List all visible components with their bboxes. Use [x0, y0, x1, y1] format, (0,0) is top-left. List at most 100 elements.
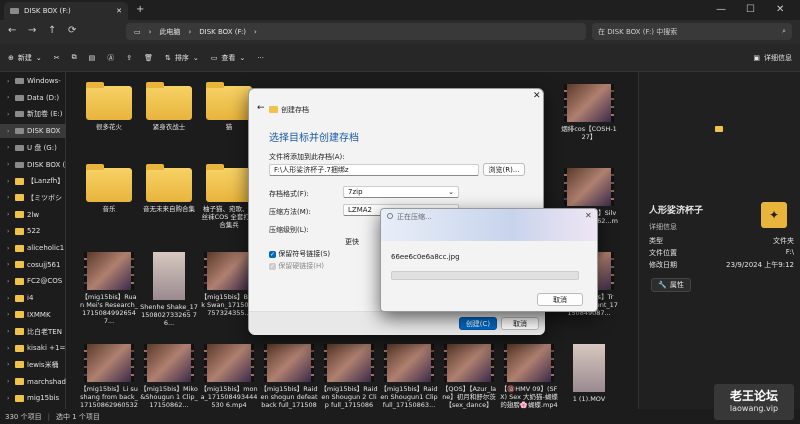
sidebar-item[interactable]: › kisaki +1=2 [0, 341, 66, 355]
create-button[interactable]: 创建(C) [459, 317, 497, 330]
minimize-button[interactable]: — [716, 4, 726, 15]
file-item[interactable]: 【mig15bis】mona_171508493444530 6.mp4 [200, 344, 258, 409]
new-tab-button[interactable]: + [136, 4, 144, 15]
archive-path-input[interactable]: F:\人形娑济杯子.7捆绑z [269, 164, 479, 176]
chevron-right-icon[interactable]: › [7, 194, 12, 201]
chevron-right-icon[interactable]: › [7, 361, 12, 368]
format-select[interactable]: 7zip ⌄ [343, 186, 459, 198]
cancel-button[interactable]: 取消 [501, 317, 539, 330]
file-item[interactable]: 【mig15bis】Raiden Shougun1 Clip full_1715… [380, 344, 438, 409]
chevron-right-icon[interactable]: › [7, 144, 12, 151]
folder-item[interactable]: 很多花火 [80, 82, 138, 131]
chevron-right-icon[interactable]: › [7, 295, 12, 302]
progress-cancel-button[interactable]: 取消 [537, 293, 583, 306]
maximize-button[interactable]: ☐ [746, 4, 755, 15]
chevron-right-icon[interactable]: › [7, 78, 12, 85]
breadcrumb-disk-box[interactable]: DISK BOX (F:) [199, 28, 246, 36]
file-item[interactable]: 【mig15bis】Ruan Mei's Research_1715084992… [80, 252, 138, 326]
sidebar-item[interactable]: › IXMMK [0, 308, 66, 322]
sidebar-item[interactable]: › aliceholic1 [0, 241, 66, 255]
up-icon[interactable]: ↑ [48, 25, 56, 36]
chevron-right-icon[interactable]: › [7, 261, 12, 268]
properties-button[interactable]: 🔧 属性 [651, 278, 691, 292]
file-item[interactable]: Shenhe Shake_17150802733265 76... [140, 252, 198, 327]
sidebar-item[interactable]: › lewis米桶 [0, 358, 66, 372]
file-item[interactable]: 【QOS】【Azur_lane】初月和舒尔茨【sex_dance】 [440, 344, 498, 409]
file-item[interactable]: 【mig15bis】Li su shang from back_17150862… [80, 344, 138, 409]
keep-hardlinks-checkbox[interactable]: ✓ 保留硬链接(H) [269, 261, 324, 271]
sidebar-item[interactable]: › cosujj561 [0, 258, 66, 272]
sidebar-item[interactable]: › 2lw [0, 208, 66, 222]
folder-item[interactable]: 紧身衣战士 [140, 82, 198, 131]
sidebar-item[interactable]: › FC2@COS [0, 274, 66, 288]
sidebar-item[interactable]: › 新加卷 (E:) [0, 107, 66, 121]
rename-icon[interactable]: Ⓐ [107, 53, 114, 63]
folder-item[interactable]: 音无未来自购合集 [140, 164, 198, 213]
folder-item[interactable]: 音乐 [80, 164, 138, 213]
address-bar[interactable]: ▭ › 此电脑 › DISK BOX (F:) › [126, 23, 586, 40]
sidebar-item[interactable]: › 【Lanzfh】 [0, 174, 66, 188]
browse-button[interactable]: 浏览(R)... [483, 163, 525, 176]
progress-close-button[interactable]: ✕ [585, 211, 592, 220]
folder-icon [15, 294, 24, 302]
file-item[interactable]: 【🔞HMV 09】(SFX) Sex 大奶猫-蝴蝶的翅膀🌸蝴蝶.mp4 [500, 344, 558, 409]
sidebar-item[interactable]: › 【ミツボシ [0, 191, 66, 205]
sidebar-item[interactable]: › 522 [0, 224, 66, 238]
chevron-right-icon[interactable]: › [7, 128, 12, 135]
file-item[interactable]: 1 (1).MOV [560, 344, 618, 403]
chevron-right-icon[interactable]: › [7, 395, 12, 402]
file-item[interactable]: 【mig15bis】Raiden shogun defeat back full… [260, 344, 318, 409]
chevron-right-icon[interactable]: › [7, 211, 12, 218]
share-icon[interactable]: ⇪ [126, 54, 132, 62]
sidebar-item[interactable]: › Data (D:) [0, 91, 66, 105]
view-button[interactable]: ▭ 查看 ⌄ [211, 53, 246, 63]
breadcrumb-this-pc[interactable]: 此电脑 [159, 27, 180, 37]
file-item[interactable]: 【mig15bis】Raiden Shougun 2 Clip full_171… [320, 344, 378, 409]
sidebar-item-label: mig15bis [27, 394, 60, 403]
chevron-right-icon[interactable]: › [7, 311, 12, 318]
new-button[interactable]: ⊕ 新建 ⌄ [8, 53, 42, 63]
sidebar-item[interactable]: › i4 [0, 291, 66, 305]
sidebar-item[interactable]: › DISK BOX [0, 124, 66, 139]
sidebar-item[interactable]: › marchshad [0, 375, 66, 389]
view-icon: ▭ [210, 53, 218, 62]
chevron-right-icon[interactable]: › [7, 161, 12, 168]
chevron-right-icon[interactable]: › [7, 245, 12, 252]
more-button[interactable]: ··· [257, 54, 264, 62]
chevron-right-icon[interactable]: › [7, 228, 12, 235]
tab-close-icon[interactable]: ✕ [116, 7, 122, 15]
copy-icon[interactable]: ⧉ [72, 53, 77, 62]
file-item[interactable]: 【mig15bis】Miko&Shougun 1 Clip_17150862..… [140, 344, 198, 409]
chevron-right-icon[interactable]: › [7, 278, 12, 285]
paste-icon[interactable]: ▤ [89, 54, 96, 62]
sidebar-item[interactable]: › mig15bis [0, 391, 66, 405]
sidebar-item[interactable]: › U 盘 (G:) [0, 141, 66, 155]
drive-icon [15, 144, 24, 151]
sidebar-item[interactable]: › DISK BOX (F: [0, 158, 66, 172]
sidebar-item[interactable]: › 比白老TEN [0, 325, 66, 339]
chevron-right-icon[interactable]: › [7, 94, 12, 101]
sidebar-item[interactable]: › Windows- [0, 74, 66, 88]
cut-icon[interactable]: ✂ [54, 54, 60, 62]
chevron-right-icon[interactable]: › [7, 378, 12, 385]
sort-button[interactable]: ⇅ 排序 ⌄ [165, 53, 199, 63]
chevron-right-icon[interactable]: › [7, 178, 12, 185]
level-faster-label: 更快 [345, 238, 359, 246]
dialog-close-button[interactable]: ✕ [533, 91, 541, 101]
chevron-right-icon[interactable]: › [7, 345, 12, 352]
item-label: 【mig15bis】mona_171508493444530 6.mp4 [200, 385, 258, 409]
chevron-right-icon[interactable]: › [7, 111, 12, 118]
refresh-icon[interactable]: ⟳ [68, 25, 76, 36]
search-input[interactable]: 在 DISK BOX (F:) 中搜索 ⌕ [592, 23, 792, 40]
chevron-right-icon[interactable]: › [7, 328, 12, 335]
forward-icon[interactable]: → [28, 25, 36, 36]
back-icon[interactable]: ← [8, 25, 16, 36]
close-button[interactable]: ✕ [776, 4, 784, 15]
drive-icon [10, 8, 19, 14]
tab-disk-box[interactable]: DISK BOX (F:) ✕ [4, 2, 128, 20]
details-pane-button[interactable]: ▣ 详细信息 [753, 53, 792, 63]
delete-icon[interactable]: 🗑 [144, 54, 153, 62]
keep-links-checkbox[interactable]: ✓ 保留符号链接(S) [269, 249, 330, 259]
back-icon[interactable]: ← [257, 103, 265, 113]
file-item[interactable]: 烟绯cos【COSH-127】 [560, 84, 618, 141]
